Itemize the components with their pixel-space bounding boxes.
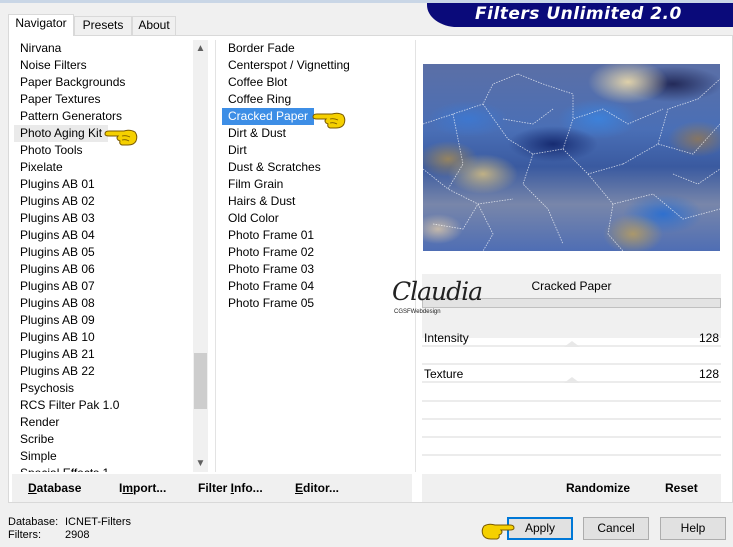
slider-thumb[interactable] bbox=[564, 341, 581, 347]
category-list-item[interactable]: Photo Tools bbox=[14, 142, 192, 159]
pointing-hand-icon bbox=[104, 129, 138, 146]
empty-slider-row bbox=[422, 400, 721, 402]
filter-list-item[interactable]: Coffee Blot bbox=[222, 74, 412, 91]
category-list-item[interactable]: Plugins AB 03 bbox=[14, 210, 192, 227]
slider-label: Texture bbox=[424, 367, 464, 381]
category-list-item[interactable]: Psychosis bbox=[14, 380, 192, 397]
category-list-item[interactable]: Noise Filters bbox=[14, 57, 192, 74]
empty-slider-row bbox=[422, 418, 721, 420]
category-list-item[interactable]: Pattern Generators bbox=[14, 108, 192, 125]
category-list-item[interactable]: Plugins AB 22 bbox=[14, 363, 192, 380]
category-list[interactable]: Nirvana Noise Filters Paper Backgrounds Pap… bbox=[14, 40, 192, 472]
filters-count: 2908 bbox=[65, 529, 90, 541]
category-list-item[interactable]: Plugins AB 01 bbox=[14, 176, 192, 193]
category-list-item[interactable]: Simple bbox=[14, 448, 192, 465]
category-list-item[interactable]: Scribe bbox=[14, 431, 192, 448]
randomize-button[interactable]: Randomize bbox=[566, 481, 630, 495]
pointing-hand-icon bbox=[312, 112, 346, 129]
category-list-item[interactable]: Plugins AB 05 bbox=[14, 244, 192, 261]
category-list-item[interactable]: Paper Textures bbox=[14, 91, 192, 108]
filter-list-item[interactable]: Photo Frame 03 bbox=[222, 261, 412, 278]
category-list-item[interactable]: Plugins AB 08 bbox=[14, 295, 192, 312]
slider-value: 128 bbox=[698, 367, 719, 381]
filter-list-item[interactable]: Centerspot / Vignetting bbox=[222, 57, 412, 74]
category-list-item[interactable]: Plugins AB 04 bbox=[14, 227, 192, 244]
tab-about[interactable]: About bbox=[132, 16, 176, 35]
category-list-item[interactable]: Plugins AB 21 bbox=[14, 346, 192, 363]
filter-list-item[interactable]: Photo Frame 04 bbox=[222, 278, 412, 295]
filter-info-button[interactable]: Filter Info... bbox=[198, 481, 263, 495]
slider-label: Intensity bbox=[424, 331, 469, 345]
category-list-item[interactable]: Plugins AB 06 bbox=[14, 261, 192, 278]
filter-list-item[interactable]: Photo Frame 02 bbox=[222, 244, 412, 261]
filter-list-item[interactable]: Photo Frame 05 bbox=[222, 295, 412, 312]
filter-list-item[interactable]: Dust & Scratches bbox=[222, 159, 412, 176]
filters-label: Filters: bbox=[8, 529, 41, 541]
list-divider bbox=[215, 40, 216, 472]
category-list-item[interactable]: Plugins AB 09 bbox=[14, 312, 192, 329]
apply-button[interactable]: Apply bbox=[507, 517, 573, 540]
crack-lines bbox=[423, 73, 720, 251]
list-divider bbox=[415, 40, 416, 472]
category-list-item[interactable]: Photo Aging Kit bbox=[14, 125, 109, 142]
parameter-button-bar: Randomize Reset bbox=[422, 474, 721, 502]
filter-list-item[interactable]: Old Color bbox=[222, 210, 412, 227]
filter-list-item[interactable]: Film Grain bbox=[222, 176, 412, 193]
slider-thumb[interactable] bbox=[564, 377, 581, 383]
scroll-up-arrow-icon[interactable]: ▲ bbox=[193, 40, 208, 57]
app-title: Filters Unlimited 2.0 bbox=[475, 4, 682, 24]
category-list-item[interactable]: Plugins AB 07 bbox=[14, 278, 192, 295]
empty-slider-row bbox=[422, 436, 721, 438]
watermark-script: Claudia bbox=[392, 277, 483, 306]
app-banner: Filters Unlimited 2.0 bbox=[427, 3, 733, 27]
filter-list-item[interactable]: Cracked Paper bbox=[222, 108, 315, 125]
empty-slider-row bbox=[422, 454, 721, 456]
category-list-item[interactable]: RCS Filter Pak 1.0 bbox=[14, 397, 192, 414]
database-value: ICNET-Filters bbox=[65, 516, 131, 528]
help-button[interactable]: Help bbox=[660, 517, 726, 540]
category-list-item[interactable]: Plugins AB 10 bbox=[14, 329, 192, 346]
filter-preview-image bbox=[423, 64, 720, 251]
pointing-hand-icon bbox=[481, 523, 515, 540]
filter-list[interactable]: Border Fade Centerspot / Vignetting Coffee… bbox=[222, 40, 412, 320]
navigator-button-bar: Database Import... Filter Info... Editor… bbox=[12, 474, 412, 502]
editor-button[interactable]: Editor... bbox=[295, 481, 339, 495]
filter-list-item[interactable]: Hairs & Dust bbox=[222, 193, 412, 210]
tab-presets[interactable]: Presets bbox=[74, 16, 132, 35]
scroll-down-arrow-icon[interactable]: ▼ bbox=[193, 455, 208, 472]
filter-list-item[interactable]: Photo Frame 01 bbox=[222, 227, 412, 244]
slider-value: 128 bbox=[698, 331, 719, 345]
database-label: Database: bbox=[8, 516, 59, 528]
import-button[interactable]: Import... bbox=[119, 481, 166, 495]
category-list-item[interactable]: Pixelate bbox=[14, 159, 192, 176]
category-list-item[interactable]: Render bbox=[14, 414, 192, 431]
tab-navigator[interactable]: Navigator bbox=[8, 14, 74, 36]
slider-texture[interactable]: Texture 128 bbox=[422, 365, 721, 383]
category-list-item[interactable]: Special Effects 1 bbox=[14, 465, 192, 472]
category-list-item[interactable]: Plugins AB 02 bbox=[14, 193, 192, 210]
watermark-signature: Claudia CGSFWebdesign bbox=[392, 277, 487, 319]
category-list-item[interactable]: Nirvana bbox=[14, 40, 192, 57]
slider-intensity[interactable]: Intensity 128 bbox=[422, 329, 721, 347]
scroll-thumb[interactable] bbox=[194, 353, 207, 409]
filter-list-item[interactable]: Dirt bbox=[222, 142, 412, 159]
database-info: Database: ICNET-Filters Filters: 2908 bbox=[8, 516, 131, 542]
filter-list-item[interactable]: Coffee Ring bbox=[222, 91, 412, 108]
reset-button[interactable]: Reset bbox=[665, 481, 698, 495]
database-button[interactable]: Database bbox=[28, 481, 81, 495]
filter-list-item[interactable]: Border Fade bbox=[222, 40, 412, 57]
category-scrollbar[interactable]: ▲ ▼ bbox=[193, 40, 208, 472]
watermark-sub: CGSFWebdesign bbox=[394, 309, 441, 315]
category-list-item[interactable]: Paper Backgrounds bbox=[14, 74, 192, 91]
cancel-button[interactable]: Cancel bbox=[583, 517, 649, 540]
